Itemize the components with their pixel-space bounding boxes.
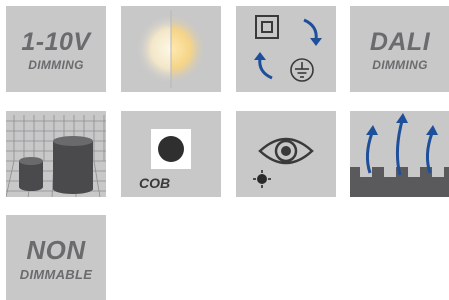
non-dimmable-subtitle: DIMMABLE [19,267,93,282]
warm-cool-split-light-icon [135,10,207,88]
icon-grid: 1-10V DIMMING DALI DIMMING COB NON DIMMA… [0,0,449,300]
eye-icon [253,137,314,188]
dali-title: DALI [369,28,431,56]
heat-dissipation-tile [350,111,449,197]
color-temperature-tile [121,6,221,92]
cob-chip-icon [151,129,191,169]
non-dimmable-title: NON [26,235,86,265]
heat-sink-airflow-icon [350,113,449,197]
glare-tile [236,111,336,197]
cylinder-grid-icon [6,115,106,197]
cob-label: COB [139,175,171,191]
dimming-1-10v-title: 1-10V [21,28,91,56]
cob-tile: COB [121,111,221,197]
dali-dimming-tile: DALI DIMMING [350,6,449,92]
double-insulation-ground-icon [254,15,322,82]
non-dimmable-tile: NON DIMMABLE [6,215,106,300]
dimming-1-10v-subtitle: DIMMING [28,58,84,72]
class-ii-grounding-tile [236,6,336,92]
dimming-1-10v-tile: 1-10V DIMMING [6,6,106,92]
dali-subtitle: DIMMING [372,58,428,72]
size-comparison-tile [6,111,106,197]
